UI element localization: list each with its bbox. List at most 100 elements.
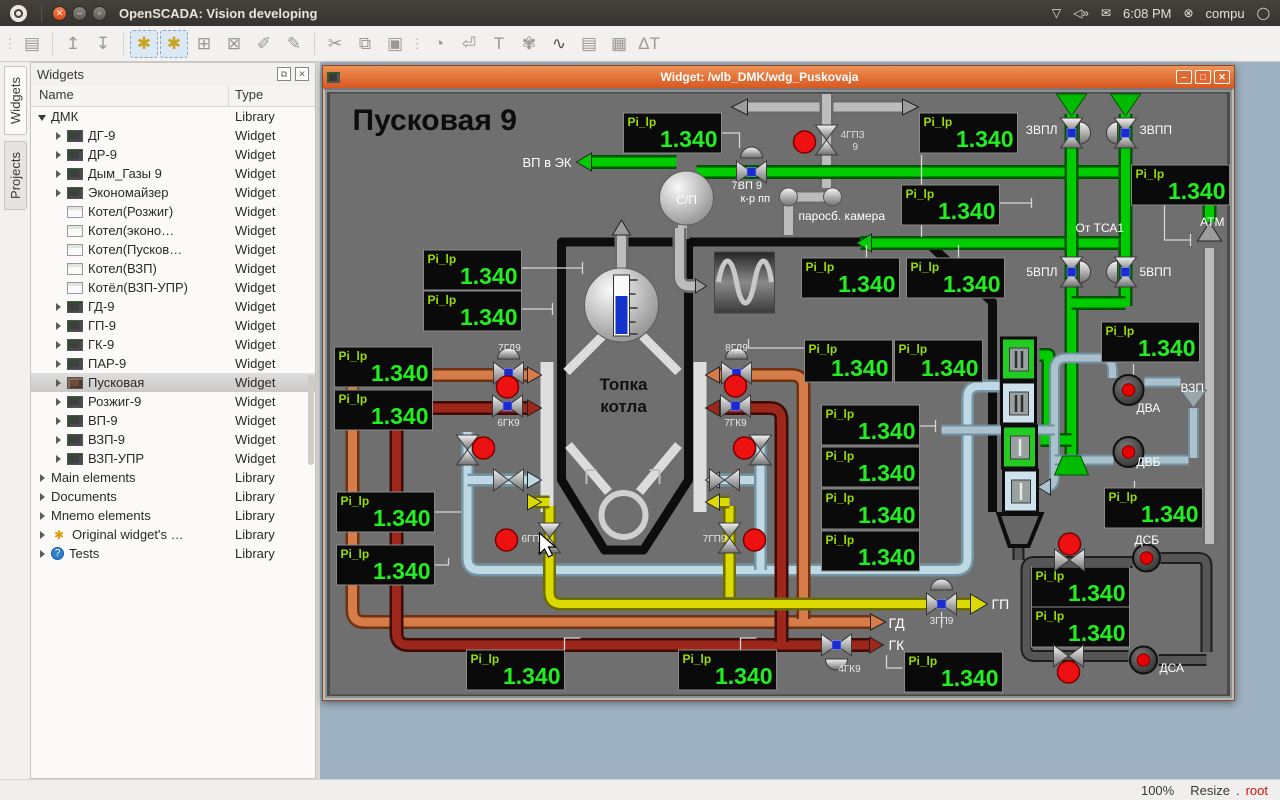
window-maximize-button[interactable]: □ bbox=[1195, 70, 1211, 84]
expander-icon[interactable] bbox=[54, 302, 64, 312]
alarm-indicator[interactable] bbox=[473, 437, 495, 459]
text-element-icon[interactable]: T bbox=[485, 30, 513, 58]
alarm-indicator[interactable] bbox=[497, 376, 519, 398]
widget-props-icon[interactable]: ✐ bbox=[250, 30, 278, 58]
tab-projects[interactable]: Projects bbox=[4, 141, 27, 210]
tree-item-ДР-9[interactable]: ДР-9Widget bbox=[31, 145, 315, 164]
close-panel-icon[interactable]: ✕ bbox=[295, 67, 309, 81]
cut-icon[interactable]: ✂ bbox=[321, 30, 349, 58]
widget-window-titlebar[interactable]: Widget: /wlb_DMK/wdg_Puskovaja – □ ✕ bbox=[323, 66, 1234, 88]
tree-item-ГП-9[interactable]: ГП-9Widget bbox=[31, 316, 315, 335]
alarm-indicator[interactable] bbox=[725, 375, 747, 397]
expander-icon[interactable] bbox=[54, 321, 64, 331]
expander-icon[interactable] bbox=[54, 131, 64, 141]
alarm-indicator[interactable] bbox=[794, 131, 816, 153]
edit-mode[interactable]: Resize bbox=[1190, 783, 1230, 798]
add-widget-icon[interactable]: ⊞ bbox=[190, 30, 218, 58]
window-minimize-button[interactable]: – bbox=[1176, 70, 1192, 84]
column-type[interactable]: Type bbox=[229, 85, 315, 106]
tree-item-Котел(Пусков…[interactable]: Котел(Пусков…Widget bbox=[31, 240, 315, 259]
expander-icon[interactable] bbox=[38, 473, 48, 483]
alarm-indicator[interactable] bbox=[496, 529, 518, 551]
expander-icon[interactable] bbox=[38, 112, 48, 122]
tree-item-Пусковая[interactable]: ПусковаяWidget bbox=[31, 373, 315, 392]
tree-item-ДГ-9[interactable]: ДГ-9Widget bbox=[31, 126, 315, 145]
tree-item-Дым_Газы 9[interactable]: Дым_Газы 9Widget bbox=[31, 164, 315, 183]
tree-item-Розжиг-9[interactable]: Розжиг-9Widget bbox=[31, 392, 315, 411]
db-load-icon[interactable]: ↥ bbox=[59, 30, 87, 58]
tree-item-Котел(Розжиг)[interactable]: Котел(Розжиг)Widget bbox=[31, 202, 315, 221]
zoom-level[interactable]: 100% bbox=[1141, 783, 1174, 798]
volume-icon[interactable]: ◁» bbox=[1073, 6, 1089, 20]
media-element-icon[interactable]: ✾ bbox=[515, 30, 543, 58]
close-button[interactable]: ✕ bbox=[52, 6, 67, 21]
new-widget-icon[interactable]: ✱ bbox=[160, 30, 188, 58]
del-widget-icon[interactable]: ⊠ bbox=[220, 30, 248, 58]
tree-item-ГД-9[interactable]: ГД-9Widget bbox=[31, 297, 315, 316]
tree-item-ПАР-9[interactable]: ПАР-9Widget bbox=[31, 354, 315, 373]
expander-icon[interactable] bbox=[38, 492, 48, 502]
expander-icon[interactable] bbox=[38, 511, 48, 521]
document-element-icon[interactable]: ▤ bbox=[575, 30, 603, 58]
alarm-indicator[interactable] bbox=[1059, 533, 1081, 555]
diagram-element-icon[interactable]: ∿ bbox=[545, 30, 573, 58]
new-library-icon[interactable]: ✱ bbox=[130, 30, 158, 58]
tab-widgets[interactable]: Widgets bbox=[4, 66, 27, 135]
expander-icon[interactable] bbox=[54, 359, 64, 369]
expander-icon[interactable] bbox=[54, 454, 64, 464]
copy-icon[interactable]: ⧉ bbox=[351, 30, 379, 58]
float-panel-icon[interactable]: ⧉ bbox=[277, 67, 291, 81]
username[interactable]: compu bbox=[1206, 6, 1245, 21]
window-close-button[interactable]: ✕ bbox=[1214, 70, 1230, 84]
minimize-button[interactable]: – bbox=[72, 6, 87, 21]
expander-icon[interactable] bbox=[54, 435, 64, 445]
tree-item-Tests[interactable]: ?TestsLibrary bbox=[31, 544, 315, 563]
user-badge-icon[interactable]: ⊗ bbox=[1183, 6, 1193, 20]
column-name[interactable]: Name bbox=[31, 85, 229, 106]
alarm-indicator[interactable] bbox=[744, 529, 766, 551]
widget-canvas[interactable]: Pi_lp1.340Pi_lp1.340Pi_lp1.340Pi_lp1.340… bbox=[323, 88, 1234, 700]
tree-item-ВЗП-9[interactable]: ВЗП-9Widget bbox=[31, 430, 315, 449]
expander-icon[interactable] bbox=[38, 549, 48, 559]
tree-item-ВЗП-УПР[interactable]: ВЗП-УПРWidget bbox=[31, 449, 315, 468]
expander-icon[interactable] bbox=[54, 378, 64, 388]
clock[interactable]: 6:08 PM bbox=[1123, 6, 1171, 21]
elem-figure-icon[interactable]: ◔ bbox=[425, 30, 453, 58]
tree-item-Documents[interactable]: DocumentsLibrary bbox=[31, 487, 315, 506]
alarm-indicator[interactable] bbox=[1058, 661, 1080, 683]
mimic-scheme[interactable]: Pi_lp1.340Pi_lp1.340Pi_lp1.340Pi_lp1.340… bbox=[327, 92, 1230, 696]
ubuntu-logo-icon[interactable] bbox=[10, 5, 27, 22]
tree-item-ГК-9[interactable]: ГК-9Widget bbox=[31, 335, 315, 354]
db-save-icon[interactable]: ↧ bbox=[89, 30, 117, 58]
alarm-indicator[interactable] bbox=[734, 437, 756, 459]
tree-item-Котёл(ВЗП-УПР)[interactable]: Котёл(ВЗП-УПР)Widget bbox=[31, 278, 315, 297]
expander-icon[interactable] bbox=[54, 416, 64, 426]
power-icon[interactable]: ◯ bbox=[1257, 6, 1270, 20]
tree-scrollbar[interactable] bbox=[308, 375, 314, 465]
expander-icon[interactable] bbox=[54, 188, 64, 198]
mail-icon[interactable]: ✉ bbox=[1101, 6, 1111, 20]
tree-item-Котел(эконо…[interactable]: Котел(эконо…Widget bbox=[31, 221, 315, 240]
print-icon[interactable]: ▤ bbox=[18, 30, 46, 58]
toolbar-grip[interactable]: ⋮ bbox=[4, 30, 16, 58]
expander-icon[interactable] bbox=[54, 397, 64, 407]
table-element-icon[interactable]: ▦ bbox=[605, 30, 633, 58]
tree-item-Original widget's …[interactable]: ✱Original widget's …Library bbox=[31, 525, 315, 544]
tree-item-ВП-9[interactable]: ВП-9Widget bbox=[31, 411, 315, 430]
form-element-icon[interactable]: ⏎ bbox=[455, 30, 483, 58]
expander-icon[interactable] bbox=[54, 169, 64, 179]
paste-icon[interactable]: ▣ bbox=[381, 30, 409, 58]
tree-item-Котел(ВЗП)[interactable]: Котел(ВЗП)Widget bbox=[31, 259, 315, 278]
function-element-icon[interactable]: ΔT bbox=[635, 30, 663, 58]
expander-icon[interactable] bbox=[54, 150, 64, 160]
maximize-button[interactable]: ▫ bbox=[92, 6, 107, 21]
toolbar-grip-2[interactable]: ⋮ bbox=[411, 30, 423, 58]
tree-item-ДМК[interactable]: ДМКLibrary bbox=[31, 107, 315, 126]
expander-icon[interactable] bbox=[38, 530, 48, 540]
expander-icon[interactable] bbox=[54, 340, 64, 350]
tree-item-Экономайзер[interactable]: ЭкономайзерWidget bbox=[31, 183, 315, 202]
tree-item-Mnemo elements[interactable]: Mnemo elementsLibrary bbox=[31, 506, 315, 525]
wifi-icon[interactable]: ▽ bbox=[1052, 6, 1061, 20]
widget-edit-icon[interactable]: ✎ bbox=[280, 30, 308, 58]
tree-item-Main elements[interactable]: Main elementsLibrary bbox=[31, 468, 315, 487]
